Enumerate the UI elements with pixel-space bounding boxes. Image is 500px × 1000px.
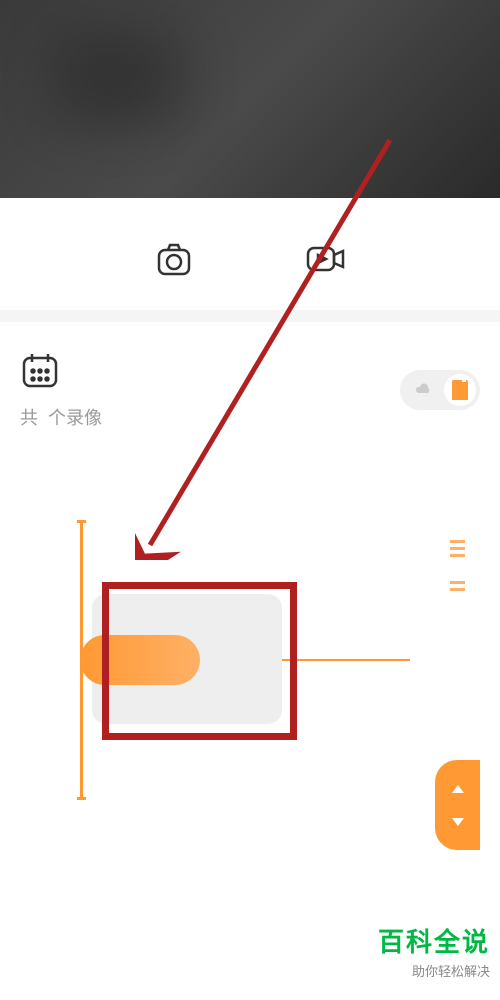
zoom-out-button[interactable] (452, 818, 464, 826)
video-camera-icon (305, 240, 347, 278)
sd-card-option (444, 374, 476, 406)
video-preview-area[interactable] (0, 0, 500, 198)
timeline-tick-marks (450, 540, 470, 595)
storage-toggle[interactable] (400, 370, 480, 410)
calendar-button[interactable] (20, 350, 60, 390)
zoom-in-button[interactable] (452, 785, 464, 793)
watermark-subtitle: 助你轻松解决 (378, 961, 490, 980)
annotation-highlight-box (102, 582, 297, 740)
watermark: 百科全说 助你轻松解决 (378, 922, 490, 980)
watermark-title: 百科全说 (378, 922, 490, 959)
section-divider (0, 310, 500, 322)
screenshot-button[interactable] (153, 238, 195, 280)
sd-card-icon (452, 380, 468, 400)
control-bar (0, 198, 500, 310)
timeline-container (20, 500, 480, 820)
camera-icon (155, 240, 193, 278)
recording-section: 共 个录像 (0, 322, 500, 848)
timeline-zoom-control[interactable] (435, 760, 480, 850)
recording-count-label: 共 个录像 (20, 404, 102, 430)
calendar-icon (20, 350, 60, 390)
record-button[interactable] (305, 238, 347, 280)
cloud-icon (412, 380, 432, 401)
